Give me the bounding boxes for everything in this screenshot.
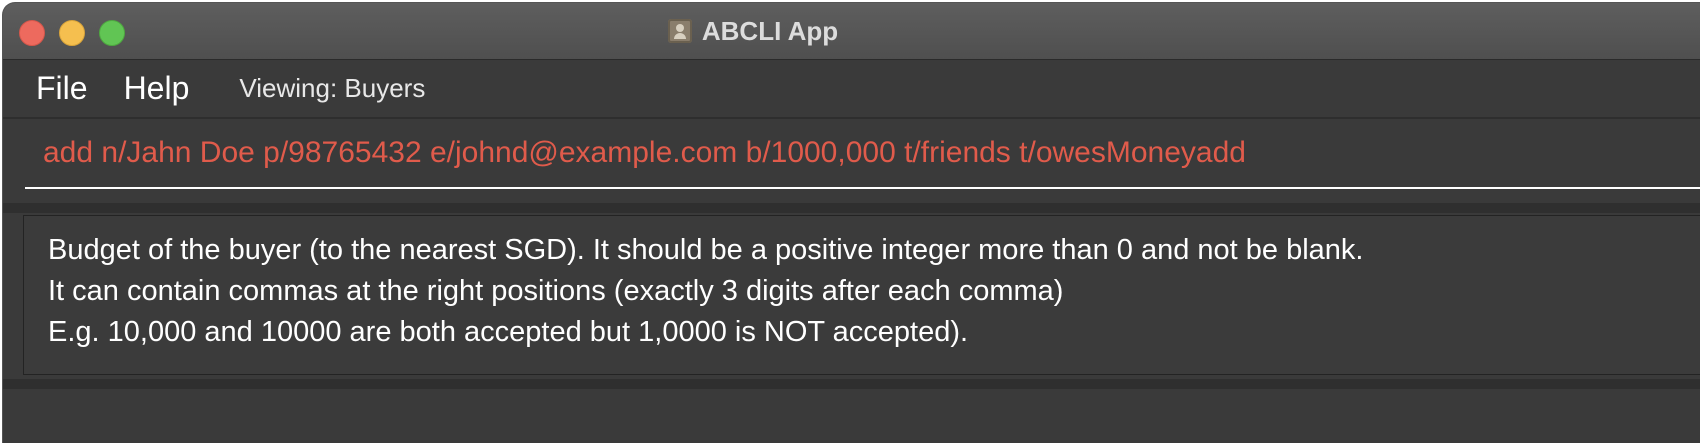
viewing-status: Viewing: Buyers: [239, 73, 426, 103]
title-bar: ABCLI App: [3, 3, 1700, 60]
app-icon: [667, 19, 692, 43]
divider: [3, 203, 1700, 213]
window-title-wrap: ABCLI App: [3, 3, 1700, 59]
menu-help[interactable]: Help: [106, 70, 208, 107]
result-line: Budget of the buyer (to the nearest SGD)…: [48, 234, 1364, 266]
result-line: E.g. 10,000 and 10000 are both accepted …: [48, 316, 969, 348]
result-line: It can contain commas at the right posit…: [48, 275, 1064, 307]
command-area: [3, 119, 1700, 203]
app-window: ABCLI App File Help Viewing: Buyers Budg…: [3, 3, 1700, 443]
menu-bar: File Help Viewing: Buyers: [3, 60, 1700, 119]
menu-file[interactable]: File: [18, 70, 106, 107]
command-input[interactable]: [25, 119, 1700, 189]
result-display: Budget of the buyer (to the nearest SGD)…: [23, 215, 1700, 375]
bottom-divider: [3, 379, 1700, 389]
window-title: ABCLI App: [701, 15, 839, 46]
